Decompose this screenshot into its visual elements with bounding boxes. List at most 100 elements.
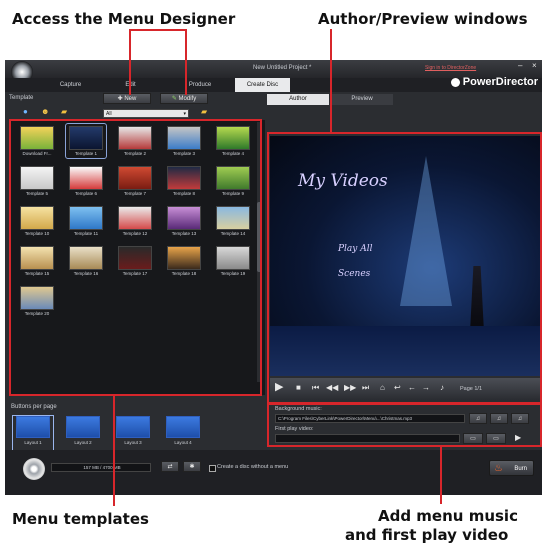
template-item[interactable]: Template 16 [66, 244, 106, 278]
template-scrollbar[interactable] [257, 122, 262, 382]
layout-option[interactable]: Layout 3 [113, 416, 153, 450]
background-music-path[interactable]: C:\Program Files\CyberLink\PowerDirector… [275, 414, 465, 423]
template-item[interactable]: Template 7 [115, 164, 155, 198]
layout-option[interactable]: Layout 1 [12, 415, 54, 451]
leader-new-button [129, 29, 131, 95]
leader-add-music [440, 447, 442, 504]
new-button[interactable]: ✚ New [103, 93, 151, 104]
preview-title: My Videos [298, 171, 388, 191]
disc-settings-button[interactable]: ⇄ [161, 461, 179, 472]
preview-tab[interactable]: Preview [331, 94, 393, 105]
swap-icon: ⇄ [167, 464, 173, 470]
modify-button[interactable]: ✎ Modify [160, 93, 208, 104]
globe-icon[interactable]: ● [23, 108, 28, 116]
wrench-icon: ✱ [189, 464, 195, 470]
burn-label: Burn [514, 466, 527, 472]
disc-preferences-button[interactable]: ✱ [183, 461, 201, 472]
disc-icon [23, 458, 45, 480]
menu-preview: My Videos Play All Scenes [270, 136, 540, 376]
leader-modify-button [185, 29, 187, 95]
music-browse-button[interactable]: ♫ [490, 413, 508, 424]
first-play-play-icon[interactable]: ▶ [515, 434, 521, 442]
first-play-remove-button[interactable]: ▭ [486, 433, 506, 444]
template-item[interactable]: Template 20 [17, 284, 57, 318]
preview-play-all: Play All [338, 244, 373, 254]
window-title: New Untitled Project * [253, 65, 312, 71]
play-icon[interactable]: ▶ [275, 382, 283, 393]
folder-icon[interactable]: ▰ [201, 108, 207, 116]
leader-menu-templates [113, 396, 115, 506]
forward-icon[interactable]: ▶▶ [344, 384, 356, 392]
rewind-icon[interactable]: ◀◀ [326, 384, 338, 392]
pencil-icon: ✎ [171, 96, 179, 102]
template-toolbar: ● ☻ ▰ All ▾ ▰ [11, 106, 261, 120]
next-icon[interactable]: ⏭ [362, 384, 369, 392]
template-item[interactable]: Template 19 [213, 244, 253, 278]
film-icon: ▭ [493, 436, 499, 442]
music-remove-button[interactable]: ♫ [511, 413, 529, 424]
template-item[interactable]: Template 6 [66, 164, 106, 198]
callout-menu-templates: Menu templates [12, 510, 149, 528]
arrow-right-icon[interactable]: → [422, 384, 430, 392]
modify-button-label: Modify [178, 96, 197, 102]
volume-icon[interactable]: ♪ [440, 384, 444, 392]
tab-create-disc[interactable]: Create Disc [235, 78, 290, 92]
stop-icon[interactable]: ■ [296, 384, 301, 392]
filter-dropdown[interactable]: All ▾ [103, 109, 189, 118]
playback-controls: ▶ ■ ⏮ ◀◀ ▶▶ ⏭ ⌂ ↩ ← → ♪ Page 1/1 [270, 378, 540, 400]
first-play-path[interactable] [275, 434, 460, 443]
template-item[interactable]: Template 3 [164, 124, 204, 158]
layout-option[interactable]: Layout 4 [163, 416, 203, 450]
template-item[interactable]: Template 11 [66, 204, 106, 238]
disc-size-meter: 157 MB / 4700 MB [51, 463, 151, 472]
template-grid: Download Fr... Template 1 Template 2 Tem… [11, 120, 265, 395]
template-header: Template [9, 95, 34, 101]
template-item[interactable]: Template 1 [65, 123, 107, 159]
template-item[interactable]: Template 8 [164, 164, 204, 198]
minimize-icon[interactable]: – [518, 62, 522, 70]
author-tab[interactable]: Author [267, 94, 329, 105]
tab-produce[interactable]: Produce [170, 78, 230, 92]
template-item[interactable]: Template 5 [17, 164, 57, 198]
template-item[interactable]: Template 18 [164, 244, 204, 278]
sign-in-link[interactable]: Sign in to DirectorZone [425, 65, 476, 71]
powerdirector-icon [450, 77, 460, 87]
template-item[interactable]: Template 9 [213, 164, 253, 198]
previous-icon[interactable]: ⏮ [312, 384, 319, 392]
template-item[interactable]: Template 2 [115, 124, 155, 158]
home-icon[interactable]: ⌂ [380, 384, 385, 392]
filter-value: All [106, 111, 112, 117]
page-indicator: Page 1/1 [460, 386, 483, 392]
no-menu-checkbox[interactable] [209, 465, 216, 472]
template-item[interactable]: Download Fr... [17, 124, 57, 158]
arrow-left-icon[interactable]: ← [408, 384, 416, 392]
template-item[interactable]: Template 13 [164, 204, 204, 238]
app-window: New Untitled Project * Sign in to Direct… [5, 60, 542, 495]
layout-option[interactable]: Layout 2 [63, 416, 103, 450]
burn-button[interactable]: ♨ Burn [489, 460, 534, 476]
callout-add-music-2: and first play video [345, 526, 509, 544]
template-item[interactable]: Template 14 [213, 204, 253, 238]
people-icon[interactable]: ☻ [41, 108, 49, 116]
callout-author-preview: Author/Preview windows [318, 10, 528, 28]
flame-icon: ♨ [494, 463, 503, 474]
template-item[interactable]: Template 4 [213, 124, 253, 158]
first-play-browse-button[interactable]: ▭ [463, 433, 483, 444]
buttons-per-page-label: Buttons per page [11, 404, 57, 410]
return-icon[interactable]: ↩ [394, 384, 401, 392]
first-play-label: First play video: [275, 426, 314, 432]
template-item[interactable]: Template 12 [115, 204, 155, 238]
template-item[interactable]: Template 10 [17, 204, 57, 238]
tab-capture[interactable]: Capture [43, 78, 98, 92]
music-note-icon: ♫ [517, 416, 523, 422]
preview-scenes: Scenes [338, 269, 371, 279]
music-note-icon: ♫ [496, 416, 502, 422]
chevron-down-icon: ▾ [183, 111, 186, 117]
callout-add-music-1: Add menu music [378, 507, 518, 525]
bottom-bar: 157 MB / 4700 MB ⇄ ✱ Create a disc witho… [5, 450, 542, 495]
music-settings-button[interactable]: ♫ [469, 413, 487, 424]
close-icon[interactable]: × [532, 62, 537, 70]
folder-icon[interactable]: ▰ [61, 108, 67, 116]
template-item[interactable]: Template 15 [17, 244, 57, 278]
template-item[interactable]: Template 17 [115, 244, 155, 278]
